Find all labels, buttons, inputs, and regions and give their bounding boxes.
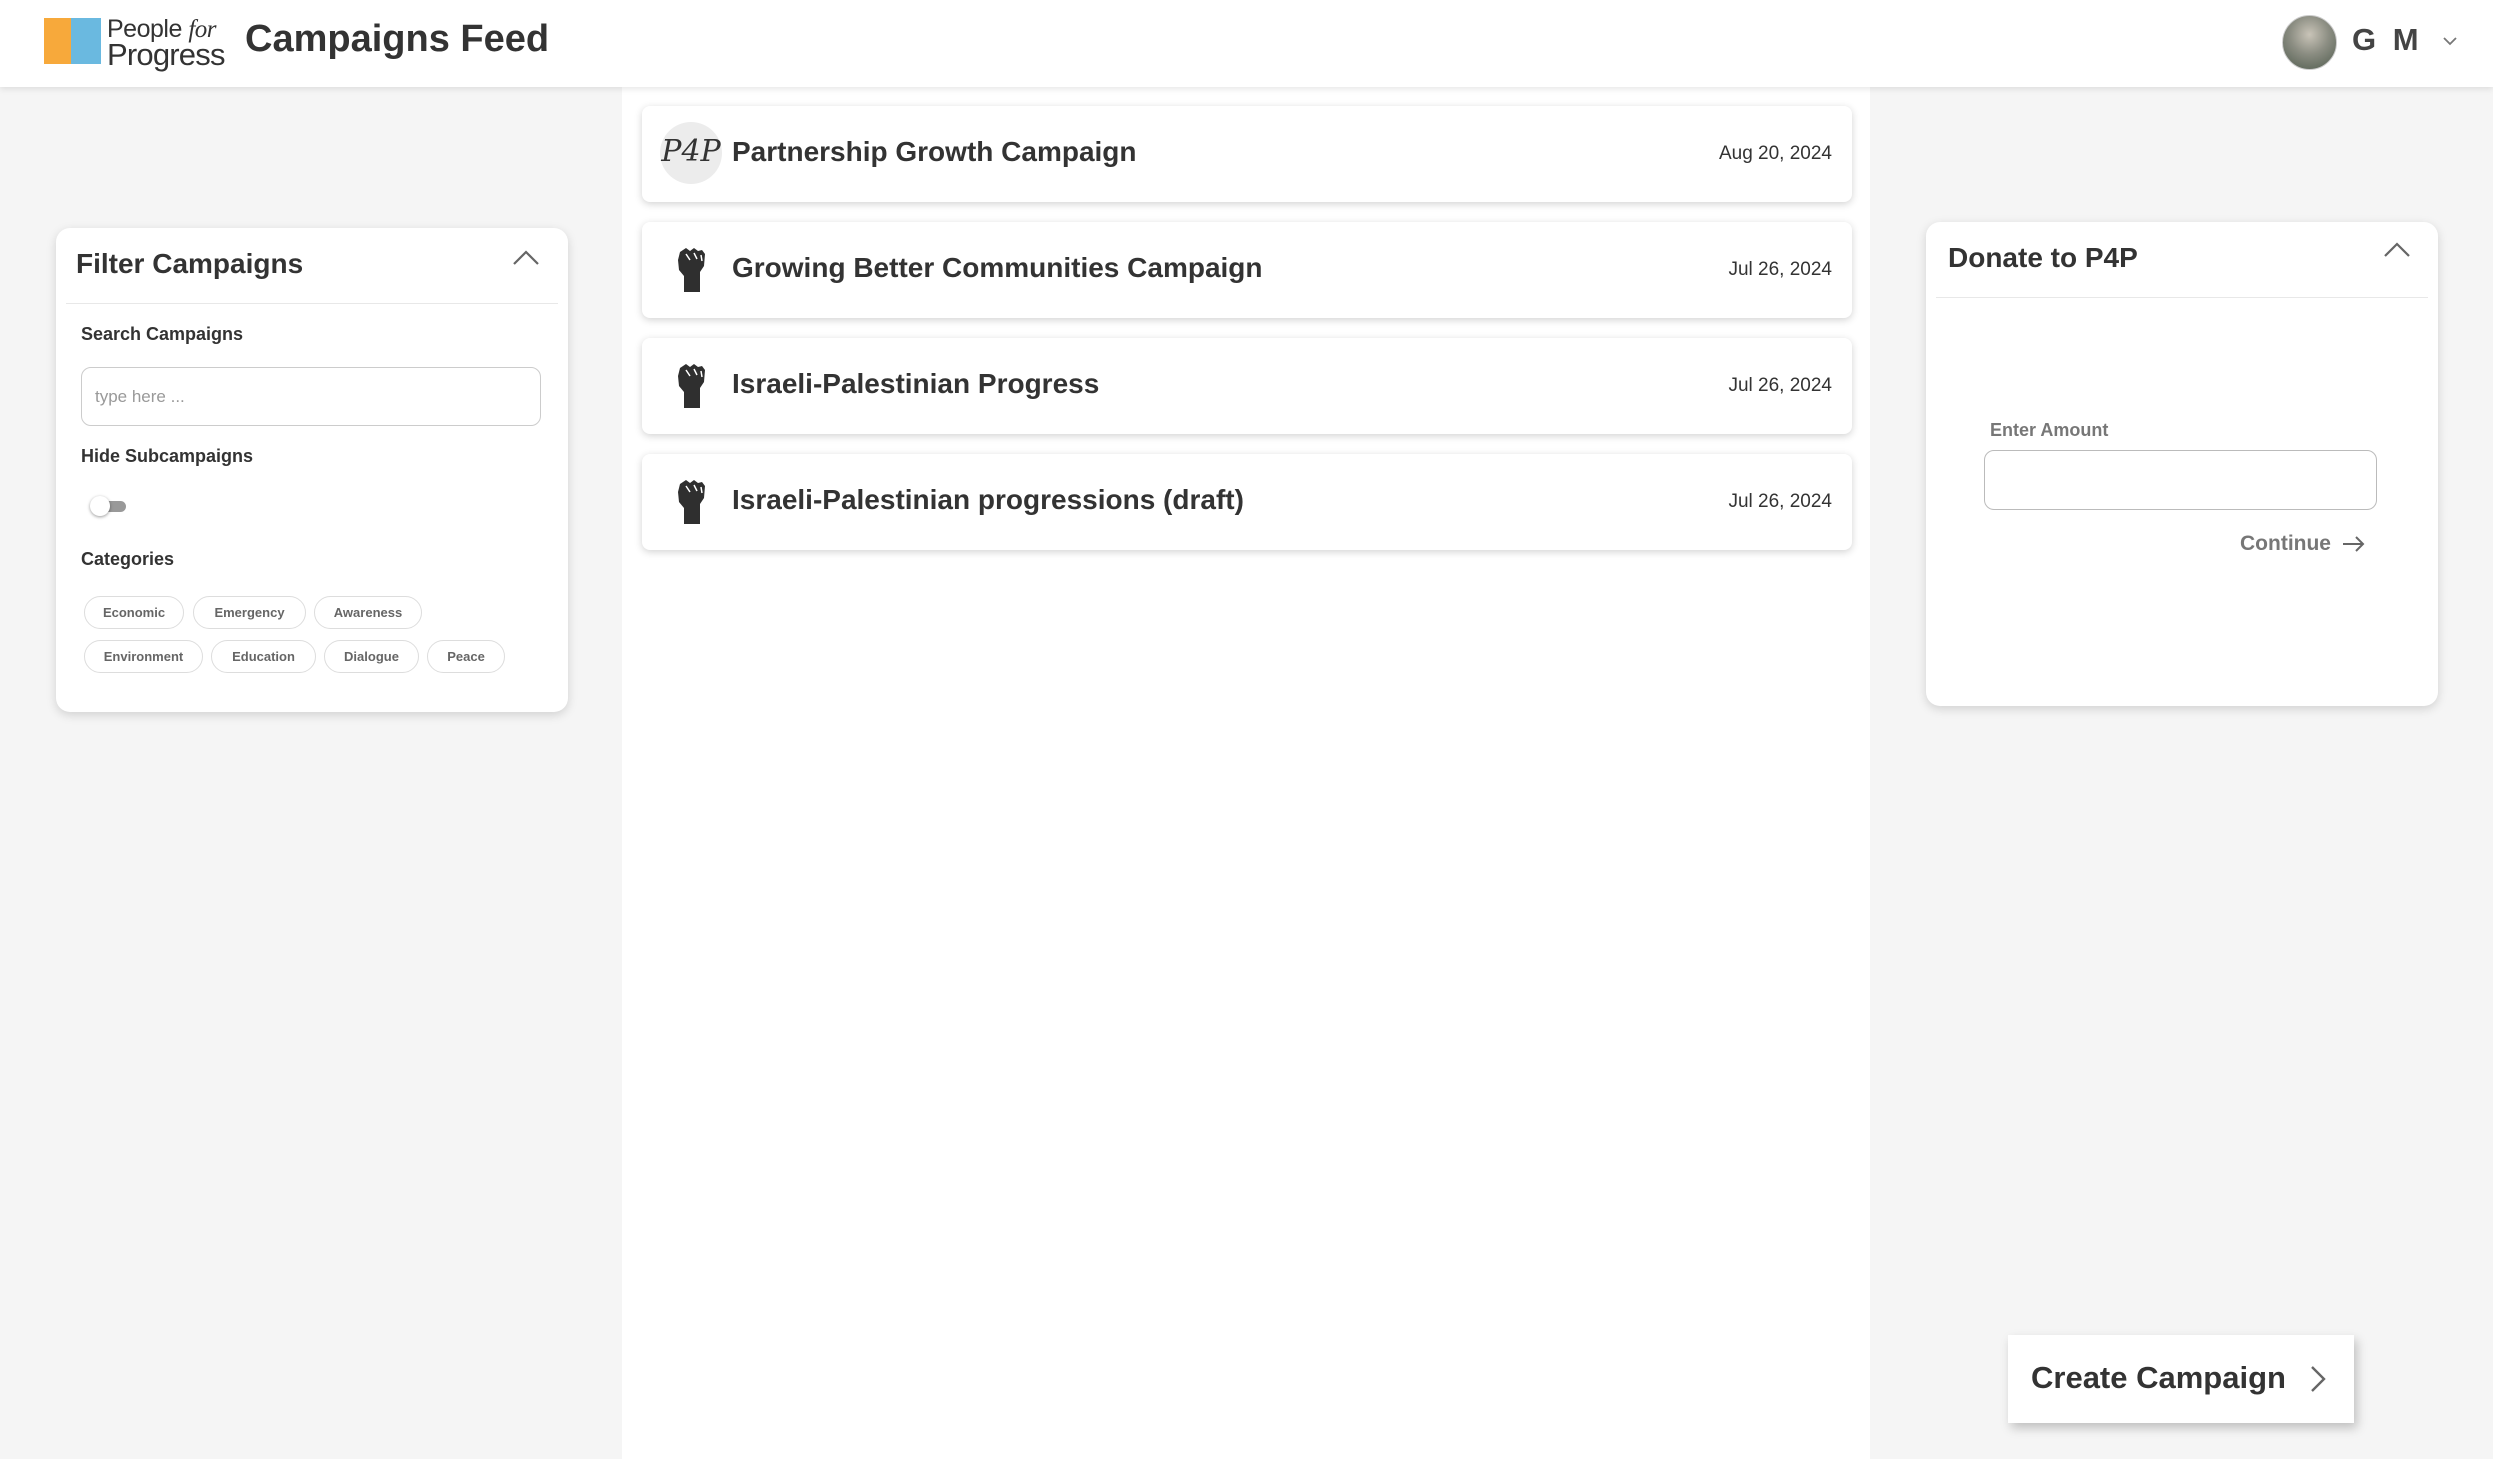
arrow-right-icon — [2342, 536, 2365, 553]
category-chip-economic[interactable]: Economic — [84, 596, 184, 629]
enter-amount-label: Enter Amount — [1990, 420, 2109, 440]
hide-subcampaigns-label: Hide Subcampaigns — [81, 446, 254, 466]
campaign-title: Growing Better Communities Campaign — [732, 252, 1263, 283]
filter-panel: Filter Campaigns Search Campaigns Hide S… — [56, 228, 568, 712]
chevron-up-icon[interactable] — [511, 248, 541, 268]
category-chip-dialogue[interactable]: Dialogue — [324, 640, 419, 673]
campaign-date: Jul 26, 2024 — [1728, 259, 1832, 280]
raised-fist-icon — [678, 248, 705, 292]
chevron-up-icon[interactable] — [2382, 240, 2412, 260]
campaign-title: Israeli-Palestinian Progress — [732, 368, 1100, 399]
top-bar: People for Progress Campaigns Feed G M — [0, 0, 2493, 87]
category-chip-environment[interactable]: Environment — [84, 640, 203, 673]
continue-button[interactable]: Continue — [2240, 532, 2367, 562]
search-campaigns-label: Search Campaigns — [81, 324, 244, 344]
create-campaign-button[interactable]: Create Campaign — [2008, 1335, 2354, 1423]
logo-orange-square — [44, 18, 74, 64]
campaign-title: Israeli-Palestinian progressions (draft) — [732, 484, 1244, 515]
create-campaign-label: Create Campaign — [2031, 1360, 2286, 1395]
raised-fist-icon — [678, 364, 705, 408]
category-chip-education[interactable]: Education — [211, 640, 316, 673]
page-footer-band — [0, 1459, 2493, 1474]
logo-line-2: Progress — [107, 37, 225, 72]
raised-fist-icon — [678, 480, 705, 524]
campaign-card[interactable]: Growing Better Communities Campaign Jul … — [642, 222, 1852, 318]
campaign-card[interactable]: P4P Partnership Growth Campaign Aug 20, … — [642, 106, 1852, 202]
page-title: Campaigns Feed — [245, 18, 550, 60]
divider — [66, 303, 558, 304]
campaign-date: Jul 26, 2024 — [1728, 491, 1832, 512]
campaign-date: Aug 20, 2024 — [1718, 143, 1832, 164]
user-initials[interactable]: G M — [2352, 22, 2423, 58]
p4p-logo-icon: P4P — [660, 122, 722, 184]
categories-label: Categories — [81, 549, 175, 569]
people-for-progress-logo[interactable]: People for Progress — [44, 16, 225, 72]
chevron-down-icon[interactable] — [2440, 34, 2460, 48]
search-input[interactable] — [81, 367, 541, 426]
category-chip-emergency[interactable]: Emergency — [193, 596, 306, 629]
divider — [1936, 297, 2428, 298]
filter-panel-title: Filter Campaigns — [76, 248, 304, 279]
campaign-card[interactable]: Israeli-Palestinian progressions (draft)… — [642, 454, 1852, 550]
campaign-card[interactable]: Israeli-Palestinian Progress Jul 26, 202… — [642, 338, 1852, 434]
user-avatar[interactable] — [2282, 15, 2337, 70]
amount-input[interactable] — [1984, 450, 2377, 510]
category-chip-awareness[interactable]: Awareness — [314, 596, 422, 629]
hide-subcampaigns-toggle[interactable] — [90, 496, 128, 516]
category-chip-peace[interactable]: Peace — [427, 640, 505, 673]
logo-blue-square — [71, 18, 101, 64]
donate-panel-title: Donate to P4P — [1948, 242, 2138, 273]
campaign-date: Jul 26, 2024 — [1728, 375, 1832, 396]
toggle-knob — [90, 496, 110, 516]
donate-panel: Donate to P4P Enter Amount Continue — [1926, 222, 2438, 706]
campaign-title: Partnership Growth Campaign — [732, 136, 1137, 167]
chevron-right-icon — [2311, 1366, 2326, 1392]
